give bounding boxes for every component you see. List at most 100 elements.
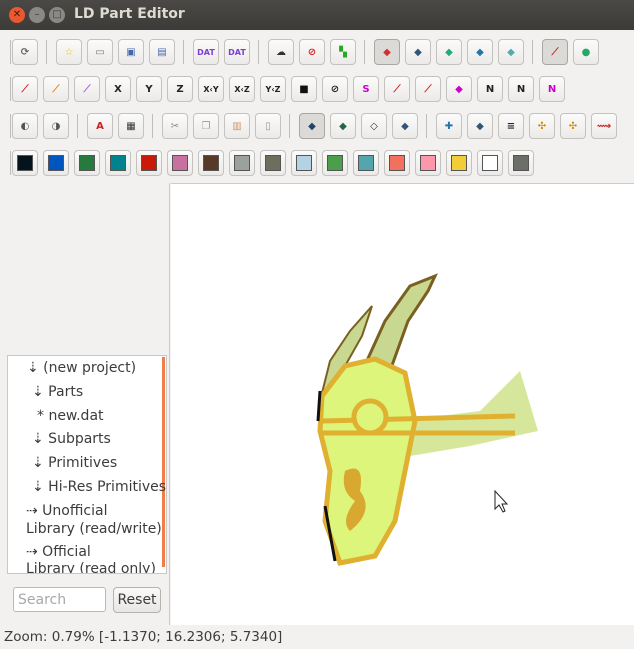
color-button[interactable]	[446, 150, 472, 176]
close-icon[interactable]: ✕	[9, 7, 25, 23]
select-line-button[interactable]: ◆	[330, 113, 356, 139]
tree-item-new-dat[interactable]: * new.dat	[37, 408, 104, 425]
new-dat-button[interactable]: DAT	[193, 39, 219, 65]
color-button[interactable]	[322, 150, 348, 176]
tree-item-new-project[interactable]: ⇣ (new project)	[27, 360, 136, 377]
normal-3-button[interactable]: N	[539, 76, 565, 102]
grid-fine-button[interactable]: ⟋	[74, 76, 100, 102]
mirror-y-button[interactable]: Y	[136, 76, 162, 102]
color-button[interactable]	[415, 150, 441, 176]
tree-scrollbar[interactable]	[162, 357, 165, 567]
no-ghost-button[interactable]: ⊘	[299, 39, 325, 65]
globe-button[interactable]: ●	[573, 39, 599, 65]
color-button[interactable]	[508, 150, 534, 176]
add-triangle-icon: ✣	[537, 120, 547, 132]
grid-medium-button[interactable]: ⟋	[43, 76, 69, 102]
zoom-out-icon: ◑	[51, 120, 61, 132]
add-cond-line-button[interactable]: ≡	[498, 113, 524, 139]
select-triangle-button[interactable]: ◇	[361, 113, 387, 139]
paste-button[interactable]: ▥	[224, 113, 250, 139]
color-swatch	[451, 155, 467, 171]
zoom-in-button[interactable]: ◐	[12, 113, 38, 139]
open-dat-button[interactable]: DAT	[224, 39, 250, 65]
tree-item-unofficial[interactable]: ⇢ Unofficial	[26, 503, 107, 520]
view-mode-4-button[interactable]: ◆	[467, 39, 493, 65]
axes-button[interactable]: ⟋	[542, 39, 568, 65]
copy-button[interactable]: ❐	[193, 113, 219, 139]
swap-xz-button[interactable]: X‹Z	[229, 76, 255, 102]
zoom-out-button[interactable]: ◑	[43, 113, 69, 139]
tree-item-primitives[interactable]: ⇣ Primitives	[32, 455, 117, 472]
color-button[interactable]	[43, 150, 69, 176]
new-file-button[interactable]: ☆	[56, 39, 82, 65]
color-button[interactable]	[12, 150, 38, 176]
add-vertex-button[interactable]: ✚	[436, 113, 462, 139]
view-mode-3-button[interactable]: ◆	[436, 39, 462, 65]
snap-4-button[interactable]: ◆	[446, 76, 472, 102]
view-mode-5-button[interactable]: ◆	[498, 39, 524, 65]
add-triangle-button[interactable]: ✣	[529, 113, 555, 139]
color-swatch	[17, 155, 33, 171]
color-button[interactable]	[291, 150, 317, 176]
mirror-z-button[interactable]: Z	[167, 76, 193, 102]
swap-yz-button[interactable]: Y‹Z	[260, 76, 286, 102]
3d-viewport[interactable]	[171, 183, 634, 625]
toolbar-separator	[426, 114, 428, 138]
mirror-x-button[interactable]: X	[105, 76, 131, 102]
save-all-button[interactable]: ▤	[149, 39, 175, 65]
select-quad-icon: ◆	[401, 120, 409, 132]
refresh-button[interactable]: ⟳	[12, 39, 38, 65]
snap-1-button[interactable]: S	[353, 76, 379, 102]
normal-2-button[interactable]: N	[508, 76, 534, 102]
tree-item-subparts[interactable]: ⇣ Subparts	[32, 431, 111, 448]
triangle-tool-button[interactable]: A	[87, 113, 113, 139]
maximize-icon[interactable]: □	[49, 7, 65, 23]
view-mode-5-icon: ◆	[507, 46, 515, 58]
open-folder-button[interactable]: ▭	[87, 39, 113, 65]
snap-3-button[interactable]: ⟋	[415, 76, 441, 102]
ghost-icon: ☁	[276, 46, 286, 58]
add-quad-button[interactable]: ✣	[560, 113, 586, 139]
reset-button[interactable]: Reset	[113, 587, 161, 613]
add-subfile-button[interactable]: ⟿	[591, 113, 617, 139]
ghost-button[interactable]: ☁	[268, 39, 294, 65]
minimize-icon[interactable]: –	[29, 7, 45, 23]
view-mode-2-button[interactable]: ◆	[405, 39, 431, 65]
normal-1-button[interactable]: N	[477, 76, 503, 102]
color-button[interactable]	[353, 150, 379, 176]
color-button[interactable]	[260, 150, 286, 176]
snap-2-button[interactable]: ⟋	[384, 76, 410, 102]
screenshot-button[interactable]: ▦	[118, 113, 144, 139]
view-mode-4-icon: ◆	[476, 46, 484, 58]
camera-button[interactable]: ■	[291, 76, 317, 102]
color-button[interactable]	[167, 150, 193, 176]
grid-coarse-button[interactable]: ⟋	[12, 76, 38, 102]
swap-xy-button[interactable]: X‹Y	[198, 76, 224, 102]
search-input[interactable]	[13, 587, 106, 612]
color-button[interactable]	[477, 150, 503, 176]
cut-button[interactable]: ✂	[162, 113, 188, 139]
tree-item-parts[interactable]: ⇣ Parts	[32, 384, 83, 401]
color-button[interactable]	[198, 150, 224, 176]
no-transform-button[interactable]: ⊘	[322, 76, 348, 102]
part-tree[interactable]: ⇣ (new project) ⇣ Parts * new.dat ⇣ Subp…	[7, 355, 167, 574]
select-quad-button[interactable]: ◆	[392, 113, 418, 139]
grid-coarse-icon: ⟋	[21, 83, 29, 95]
sync-button[interactable]: ▚	[330, 39, 356, 65]
color-button[interactable]	[74, 150, 100, 176]
globe-icon: ●	[581, 46, 591, 58]
color-button[interactable]	[136, 150, 162, 176]
color-button[interactable]	[384, 150, 410, 176]
save-button[interactable]: ▣	[118, 39, 144, 65]
toolbar-separator	[46, 40, 48, 64]
add-line-button[interactable]: ◆	[467, 113, 493, 139]
tree-item-official[interactable]: ⇢ Official	[26, 544, 91, 561]
window-title: LD Part Editor	[74, 6, 185, 22]
select-vertex-button[interactable]: ◆	[299, 113, 325, 139]
tree-item-hires-primitives[interactable]: ⇣ Hi-Res Primitives	[32, 479, 166, 496]
delete-button[interactable]: ▯	[255, 113, 281, 139]
color-swatch	[265, 155, 281, 171]
color-button[interactable]	[229, 150, 255, 176]
view-mode-1-button[interactable]: ◆	[374, 39, 400, 65]
color-button[interactable]	[105, 150, 131, 176]
